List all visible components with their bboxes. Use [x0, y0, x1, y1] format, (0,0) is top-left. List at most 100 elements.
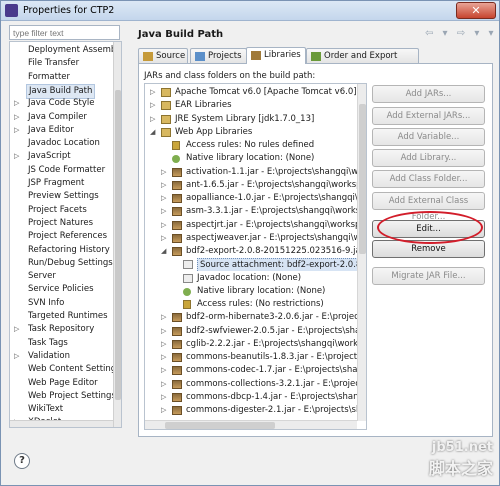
scroll-thumb[interactable] [165, 422, 275, 429]
nav-item[interactable]: ▷ Java Editor [10, 124, 114, 137]
nav-item[interactable]: ▷ Java Code Style [10, 97, 114, 110]
nav-item[interactable]: File Transfer [10, 57, 114, 70]
expand-arrow-icon[interactable]: ▷ [14, 111, 22, 124]
nav-item[interactable]: Refactoring History [10, 244, 114, 257]
expand-arrow-icon[interactable]: ▷ [161, 325, 169, 338]
help-icon[interactable]: ? [14, 453, 30, 469]
nav-item[interactable]: SVN Info [10, 297, 114, 310]
expand-arrow-icon[interactable]: ▷ [161, 166, 169, 179]
tab-projects[interactable]: Projects [190, 48, 247, 64]
add-jars-button[interactable]: Add JARs... [372, 85, 485, 103]
expand-arrow-icon[interactable]: ▷ [161, 219, 169, 232]
add-variable-button[interactable]: Add Variable... [372, 128, 485, 146]
tree-row[interactable]: ▷ commons-digester-2.1.jar - E:\projects\… [145, 404, 357, 417]
tree-row[interactable]: ▷ commons-codec-1.7.jar - E:\projects\sha… [145, 364, 357, 377]
tree-row[interactable]: ▷ aopalliance-1.0.jar - E:\projects\shang… [145, 192, 357, 205]
expand-arrow-icon[interactable]: ▷ [161, 311, 169, 324]
scroll-thumb[interactable] [359, 104, 366, 254]
nav-item[interactable]: ▷ Validation [10, 350, 114, 363]
close-button[interactable]: ✕ [456, 2, 496, 19]
tree-row[interactable]: ▷ EAR Libraries [145, 99, 357, 112]
tree-row[interactable]: ▷ Apache Tomcat v6.0 [Apache Tomcat v6.0] [145, 86, 357, 99]
expand-arrow-icon[interactable]: ▷ [161, 179, 169, 192]
nav-item[interactable]: Project References [10, 230, 114, 243]
filter-input[interactable] [9, 25, 120, 40]
title-bar[interactable]: Properties for CTP2 ✕ [1, 1, 499, 21]
nav-item[interactable]: Server [10, 270, 114, 283]
expand-arrow-icon[interactable]: ▷ [161, 391, 169, 404]
nav-item[interactable]: JSP Fragment [10, 177, 114, 190]
tree-row[interactable]: ▷ commons-collections-3.2.1.jar - E:\proj… [145, 378, 357, 391]
expand-arrow-icon[interactable]: ▷ [161, 232, 169, 245]
expand-arrow-icon[interactable]: ▷ [161, 205, 169, 218]
tree-horizontal-scrollbar[interactable] [145, 420, 357, 429]
tree-row[interactable]: ▷ commons-dbcp-1.4.jar - E:\projects\shan… [145, 391, 357, 404]
tab-order-and-export[interactable]: Order and Export [306, 48, 419, 64]
tree-row[interactable]: ▷ bdf2-orm-hibernate3-2.0.6.jar - E:\proj… [145, 311, 357, 324]
nav-item[interactable]: Project Facets [10, 204, 114, 217]
tree-row[interactable]: ▷ aspectjrt.jar - E:\projects\shangqi\wor… [145, 219, 357, 232]
history-nav-icons[interactable]: ⇦ ▾ ⇨ ▾ ▾ [425, 28, 497, 39]
nav-item[interactable]: Targeted Runtimes [10, 310, 114, 323]
tree-row[interactable]: Native library location: (None) [145, 285, 357, 298]
nav-item[interactable]: Web Page Editor [10, 377, 114, 390]
expand-arrow-icon[interactable]: ◢ [150, 126, 158, 139]
add-external-jars-button[interactable]: Add External JARs... [372, 107, 485, 125]
tree-row[interactable]: Source attachment: bdf2-export-2.0.8-20 [145, 258, 357, 272]
tab-libraries[interactable]: Libraries [246, 47, 306, 64]
tree-row[interactable]: ▷ cglib-2.2.2.jar - E:\projects\shangqi\w… [145, 338, 357, 351]
nav-item[interactable]: Deployment Assembl [10, 44, 119, 57]
tree-scrollbar[interactable] [357, 84, 366, 421]
nav-item[interactable]: Formatter [10, 71, 114, 84]
expand-arrow-icon[interactable]: ▷ [14, 150, 22, 163]
tree-row[interactable]: Access rules: No rules defined [145, 139, 357, 152]
expand-arrow-icon[interactable]: ▷ [14, 350, 22, 363]
tree-row[interactable]: Access rules: (No restrictions) [145, 298, 357, 311]
tree-row[interactable]: Native library location: (None) [145, 152, 357, 165]
scroll-thumb[interactable] [115, 90, 121, 400]
migrate-jar-file-button[interactable]: Migrate JAR File... [372, 267, 485, 285]
add-external-class-folder-button[interactable]: Add External Class Folder... [372, 192, 485, 222]
tree-row[interactable]: ▷ activation-1.1.jar - E:\projects\shangq… [145, 166, 357, 179]
expand-arrow-icon[interactable]: ◢ [161, 245, 169, 258]
expand-arrow-icon[interactable]: ▷ [150, 113, 158, 126]
tree-row[interactable]: ▷ JRE System Library [jdk1.7.0_13] [145, 113, 357, 126]
tree-row[interactable]: ▷ bdf2-swfviewer-2.0.5.jar - E:\projects\… [145, 325, 357, 338]
nav-item[interactable]: Task Tags [10, 337, 114, 350]
expand-arrow-icon[interactable]: ▷ [161, 404, 169, 417]
tree-row[interactable]: ▷ commons-beanutils-1.8.3.jar - E:\projec… [145, 351, 357, 364]
nav-item[interactable]: WikiText [10, 403, 114, 416]
tree-row[interactable]: ◢ bdf2-export-2.0.8-20151225.023516-9.jar… [145, 245, 357, 258]
nav-item[interactable]: Project Natures [10, 217, 114, 230]
nav-item[interactable]: ▷ JavaScript [10, 150, 114, 163]
nav-scrollbar[interactable] [113, 42, 121, 427]
tree-row[interactable]: ◢ Web App Libraries [145, 126, 357, 139]
tree-row[interactable]: ▷ aspectjweaver.jar - E:\projects\shangqi… [145, 232, 357, 245]
nav-item[interactable]: Web Project Settings [10, 390, 116, 403]
expand-arrow-icon[interactable]: ▷ [161, 364, 169, 377]
expand-arrow-icon[interactable]: ▷ [161, 192, 169, 205]
tab-source[interactable]: Source [138, 48, 188, 64]
tree-row[interactable]: Javadoc location: (None) [145, 272, 357, 285]
nav-item[interactable]: Run/Debug Settings [10, 257, 114, 270]
expand-arrow-icon[interactable]: ▷ [161, 338, 169, 351]
expand-arrow-icon[interactable]: ▷ [14, 97, 22, 110]
expand-arrow-icon[interactable]: ▷ [161, 378, 169, 391]
nav-item[interactable]: ▷ Task Repository [10, 323, 114, 336]
nav-item[interactable]: ▷ Java Compiler [10, 111, 114, 124]
nav-item[interactable]: Java Build Path [10, 83, 114, 99]
nav-horizontal-scrollbar[interactable] [10, 420, 113, 427]
nav-item[interactable]: Preview Settings [10, 190, 114, 203]
add-class-folder-button[interactable]: Add Class Folder... [372, 170, 485, 188]
nav-item[interactable]: Javadoc Location [10, 137, 114, 150]
expand-arrow-icon[interactable]: ▷ [14, 323, 22, 336]
add-library-button[interactable]: Add Library... [372, 149, 485, 167]
nav-item[interactable]: Service Policies [10, 283, 114, 296]
tree-row[interactable]: ▷ ant-1.6.5.jar - E:\projects\shangqi\wor… [145, 179, 357, 192]
expand-arrow-icon[interactable]: ▷ [150, 99, 158, 112]
expand-arrow-icon[interactable]: ▷ [161, 351, 169, 364]
nav-item[interactable]: JS Code Formatter [10, 164, 114, 177]
nav-item[interactable]: Web Content Settings [10, 363, 121, 376]
expand-arrow-icon[interactable]: ▷ [150, 86, 158, 99]
expand-arrow-icon[interactable]: ▷ [14, 124, 22, 137]
